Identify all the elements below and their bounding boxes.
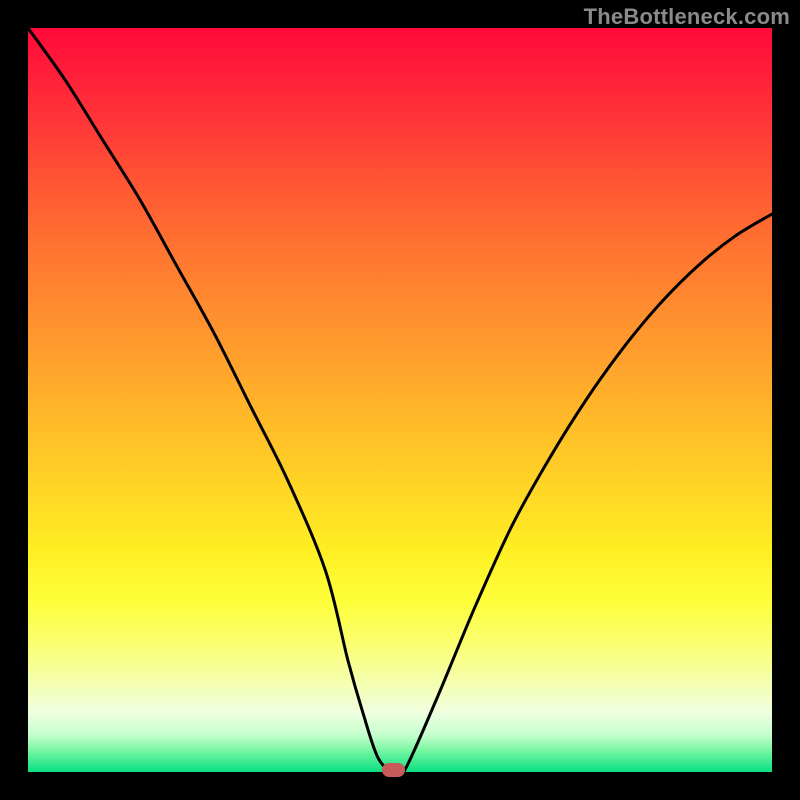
bottleneck-curve xyxy=(28,28,772,772)
watermark-text: TheBottleneck.com xyxy=(584,4,790,30)
minimum-marker xyxy=(382,763,405,777)
plot-area xyxy=(28,28,772,772)
chart-frame: TheBottleneck.com xyxy=(0,0,800,800)
